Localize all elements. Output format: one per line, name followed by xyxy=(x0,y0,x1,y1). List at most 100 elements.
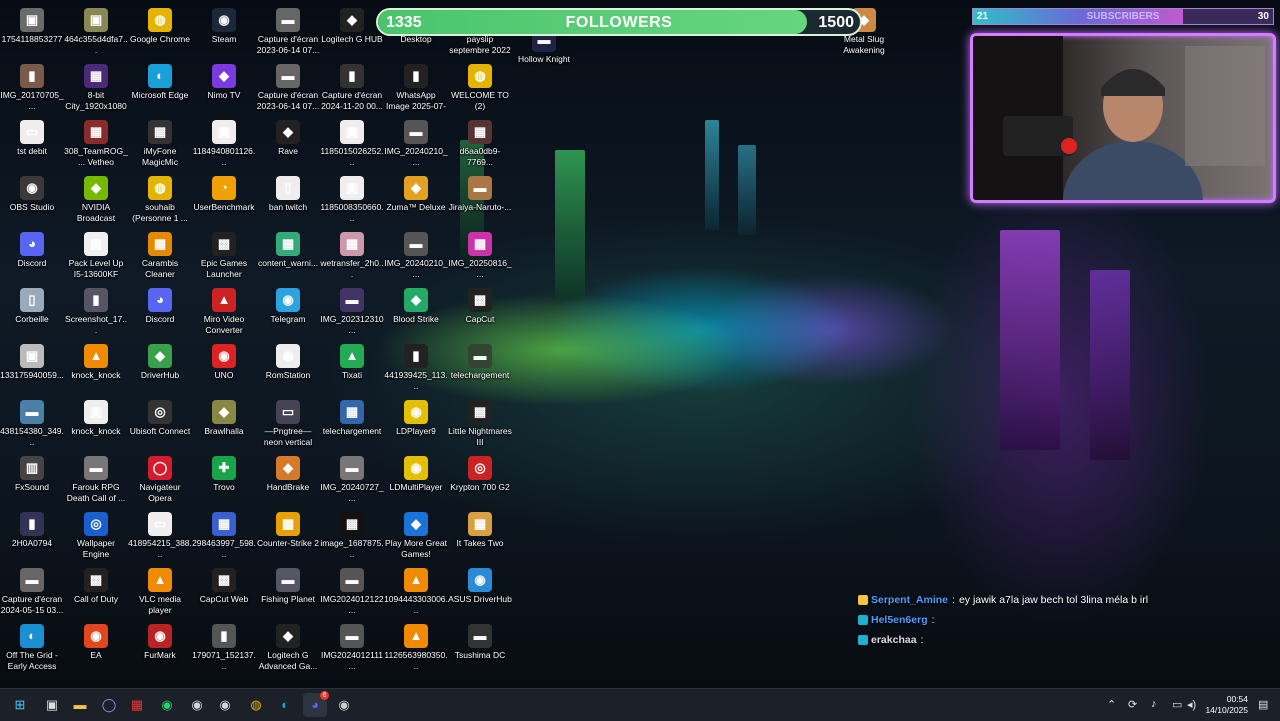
desktop-icon[interactable]: ▬ telechargement xyxy=(448,340,512,396)
desktop-icon[interactable]: ▬ IMG2024012122... xyxy=(320,564,384,620)
desktop-icon[interactable]: ▮ 441939425_113... xyxy=(384,340,448,396)
desktop-icon[interactable]: ◍ WELCOME TO (2) xyxy=(448,60,512,116)
desktop-icon[interactable]: ▭—Pngtree—neon vertical frame d... xyxy=(256,396,320,452)
desktop-icon[interactable]: ▦ content_warni... xyxy=(256,228,320,284)
whatsapp-icon[interactable]: ◉ xyxy=(155,693,179,717)
desktop-icon[interactable]: ▬ IMG_20240210_... xyxy=(384,228,448,284)
desktop-icon[interactable]: ▮WhatsApp Image 2025-07-27 à 23... xyxy=(384,60,448,116)
desktop-icon[interactable]: ▲ 1126563980350... xyxy=(384,620,448,676)
desktop-icon[interactable]: ▦ image_1687875... xyxy=(320,508,384,564)
desktop-icon[interactable]: ◉ ASUS DriverHub xyxy=(448,564,512,620)
desktop-icon[interactable]: ◆ Play More Great Games! xyxy=(384,508,448,564)
steam-icon-2[interactable]: ◉ xyxy=(213,693,237,717)
desktop-icon[interactable]: ▦ 8-bit City_1920x1080 xyxy=(64,60,128,116)
desktop-icon[interactable]: ▬ 438154380_349... xyxy=(0,396,64,452)
desktop-icon[interactable]: ◕ Discord xyxy=(0,228,64,284)
desktop-icon[interactable]: ◆ Logitech G Advanced Ga... xyxy=(256,620,320,676)
task-view-icon[interactable]: ▣ xyxy=(40,693,64,717)
desktop-icon[interactable]: ▭ 418954215_388... xyxy=(128,508,192,564)
desktop-icon[interactable]: ◐ Microsoft Edge xyxy=(128,60,192,116)
desktop-icon[interactable]: ▤ Pack Level Up I5-13600KF xyxy=(64,228,128,284)
desktop-icon[interactable]: ▣ 1184940801126... xyxy=(192,116,256,172)
desktop-icon[interactable]: ▬ Capture d'écran 2024-05-15 03... xyxy=(0,564,64,620)
desktop-icon[interactable]: ▩ CapCut xyxy=(448,284,512,340)
desktop-icon[interactable]: ▲ knock_knock xyxy=(64,340,128,396)
desktop-icon[interactable]: ▦ d6aa0db9-7769... xyxy=(448,116,512,172)
desktop-icon[interactable]: ◉ EA xyxy=(64,620,128,676)
desktop-icon[interactable]: ▦ wetransfer_2h0... xyxy=(320,228,384,284)
desktop-icon[interactable]: ▬ Jiraiya-Naruto-... xyxy=(448,172,512,228)
display-icon[interactable]: ▭ xyxy=(1172,698,1182,711)
desktop-icon[interactable]: ▥ FxSound xyxy=(0,452,64,508)
desktop-icon[interactable]: ▦ Little Nightmares III xyxy=(448,396,512,452)
desktop-icon[interactable]: ▮ Screenshot_17... xyxy=(64,284,128,340)
desktop-icon[interactable]: ▮ 2H0A0794 xyxy=(0,508,64,564)
desktop-icon[interactable]: ◕ Discord xyxy=(128,284,192,340)
desktop-icon[interactable]: ◔ UserBenchmark xyxy=(192,172,256,228)
desktop-icon[interactable]: ▦ Carambis Cleaner xyxy=(128,228,192,284)
discord-icon[interactable]: ◕ 6 xyxy=(303,691,329,717)
desktop-icon[interactable]: ▣ 1754118853277 xyxy=(0,4,64,60)
desktop-icon[interactable]: ▬ Capture d'écran 2023-06-14 07... xyxy=(256,60,320,116)
desktop-icon[interactable]: ◆ Blood Strike xyxy=(384,284,448,340)
desktop-icon[interactable]: ▬ IMG_20240727_... xyxy=(320,452,384,508)
desktop-icon[interactable]: ◆ HandBrake xyxy=(256,452,320,508)
desktop-icon[interactable]: ◎ Krypton 700 G2 xyxy=(448,452,512,508)
desktop-icon[interactable]: ◉ UNO xyxy=(192,340,256,396)
chevron-up-icon[interactable]: ⌃ xyxy=(1107,698,1116,711)
desktop-icon[interactable]: ▩ Counter-Strike 2 xyxy=(256,508,320,564)
notification-icon[interactable]: ▤ xyxy=(1258,698,1268,711)
chrome-icon[interactable]: ◍ xyxy=(244,693,268,717)
desktop-icon[interactable]: ▣ 133175940059... xyxy=(0,340,64,396)
desktop-icon[interactable]: ◆ Rave xyxy=(256,116,320,172)
speaker-icon[interactable]: ◂) xyxy=(1187,698,1196,711)
system-clock[interactable]: 00:54 14/10/2025 xyxy=(1205,694,1248,716)
desktop-icon[interactable]: ▭ tst debit xyxy=(0,116,64,172)
desktop-icon[interactable]: ▲ Tixati xyxy=(320,340,384,396)
desktop-icon[interactable]: ◆ Brawlhalla xyxy=(192,396,256,452)
desktop-icon[interactable]: ◆ Nimo TV xyxy=(192,60,256,116)
snipping-tool-icon[interactable]: ▦ xyxy=(125,693,149,717)
desktop-icon[interactable]: ▣ 1185015026252... xyxy=(320,116,384,172)
desktop-icon[interactable]: ◉ RomStation xyxy=(256,340,320,396)
desktop-icon[interactable]: ◉ FurMark xyxy=(128,620,192,676)
desktop-icon[interactable]: ✚ Trovo xyxy=(192,452,256,508)
desktop-icon[interactable]: ▦ It Takes Two xyxy=(448,508,512,564)
desktop-icon[interactable]: ▦ iMyFone MagicMic xyxy=(128,116,192,172)
desktop-icon[interactable]: ▩ Epic Games Launcher xyxy=(192,228,256,284)
desktop-icon[interactable]: ◉ LDMultiPlayer xyxy=(384,452,448,508)
start-icon[interactable]: ⊞ xyxy=(8,693,32,717)
desktop-icon[interactable]: ▬ Capture d'écran 2023-06-14 07... xyxy=(256,4,320,60)
desktop-icon[interactable]: ◆ Logitech G HUB xyxy=(320,4,384,60)
file-explorer-icon[interactable]: ▬ xyxy=(68,693,92,717)
desktop-icon[interactable]: ◉ LDPlayer9 xyxy=(384,396,448,452)
steam-icon[interactable]: ◉ xyxy=(185,693,209,717)
desktop-icon[interactable]: ▬ IMG_202312310... xyxy=(320,284,384,340)
desktop-icon[interactable]: ◍ Google Chrome xyxy=(128,4,192,60)
desktop-icon[interactable]: ▩ Call of Duty xyxy=(64,564,128,620)
desktop-icon[interactable]: ▣ 464c355d4dfa7... xyxy=(64,4,128,60)
desktop-icon[interactable]: ▩ CapCut Web xyxy=(192,564,256,620)
desktop-icon[interactable]: ◍ souhaib (Personne 1 ... xyxy=(128,172,192,228)
desktop-icon[interactable]: ▣ 1185008350660... xyxy=(320,172,384,228)
desktop-icon[interactable]: ▦ 298463997_598... xyxy=(192,508,256,564)
cortana-icon[interactable]: ◯ xyxy=(97,693,121,717)
desktop-icon[interactable]: ▲ Miro Video Converter xyxy=(192,284,256,340)
desktop-icon[interactable]: ▯ ban twitch xyxy=(256,172,320,228)
desktop-icon[interactable]: ◆ NVIDIA Broadcast xyxy=(64,172,128,228)
desktop-icon[interactable]: ▣ knock_knock xyxy=(64,396,128,452)
desktop-icon[interactable]: ◉ OBS Studio xyxy=(0,172,64,228)
desktop-icon[interactable]: ▬ Farouk RPG Death Call of ... xyxy=(64,452,128,508)
desktop-icon[interactable]: ▬ Fishing Planet xyxy=(256,564,320,620)
desktop-icon[interactable]: ▬ Tsushima DC xyxy=(448,620,512,676)
desktop-icon[interactable]: ▲ 1094443303006... xyxy=(384,564,448,620)
desktop-icon[interactable]: ▲ VLC media player xyxy=(128,564,192,620)
desktop-icon[interactable]: ▮ IMG_20170705_... xyxy=(0,60,64,116)
obs-icon[interactable]: ◉ xyxy=(332,693,356,717)
desktop-icon[interactable]: ▯ Corbeille xyxy=(0,284,64,340)
desktop-icon[interactable]: ▬ IMG_20240210_... xyxy=(384,116,448,172)
desktop-icon[interactable]: ◉ Telegram xyxy=(256,284,320,340)
microphone-icon[interactable]: ♪ xyxy=(1151,698,1157,710)
desktop-icon[interactable]: ▮ Capture d'écran 2024-11-20 00... xyxy=(320,60,384,116)
desktop-icon[interactable]: ◯ Navigateur Opera xyxy=(128,452,192,508)
